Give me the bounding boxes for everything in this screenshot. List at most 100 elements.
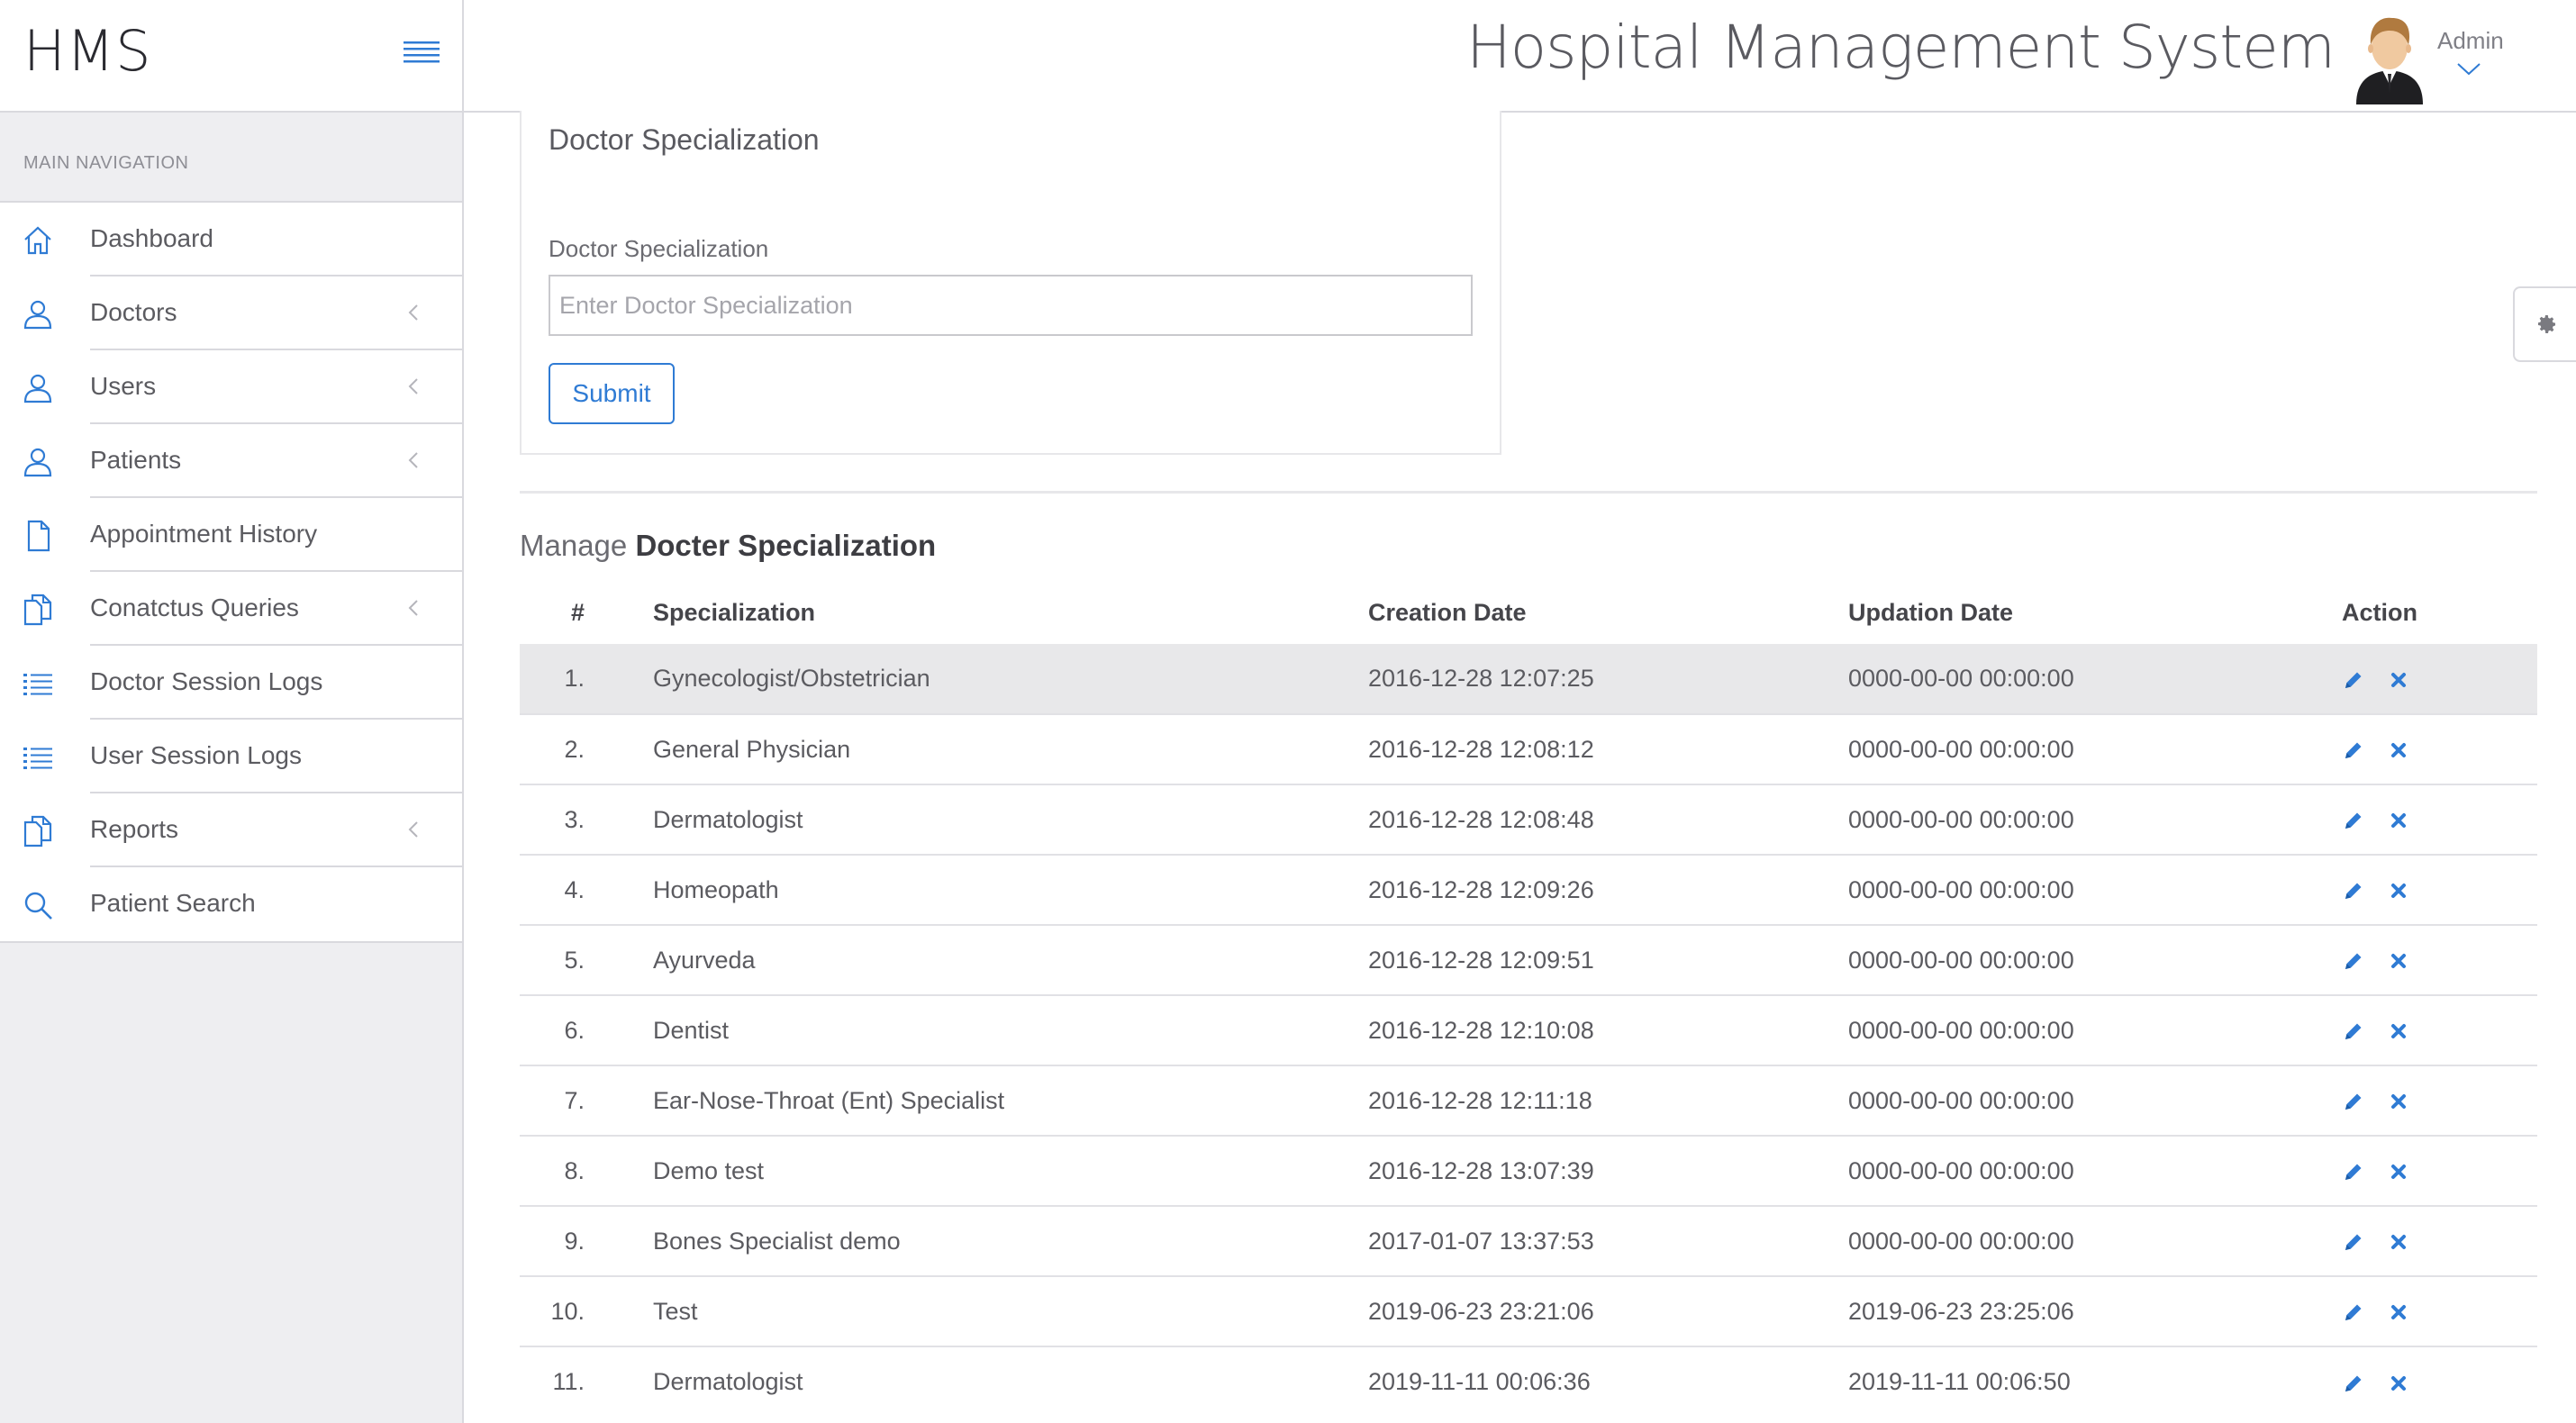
row-creation-date: 2017-01-07 13:37:53 [1368,1205,1848,1276]
sidebar-item-label: Patient Search [90,889,256,917]
specialization-input[interactable] [549,275,1473,336]
delete-x-icon[interactable] [2387,739,2410,762]
delete-x-icon[interactable] [2387,1372,2410,1395]
list-icon [20,666,56,702]
row-actions [2327,784,2537,855]
sidebar-item-label: Dashboard [90,224,213,252]
table-row: 3. Dermatologist 2016-12-28 12:08:48 0000-0… [520,784,2537,855]
table-row: 10. Test 2019-06-23 23:21:06 2019-06-23 23:… [520,1275,2537,1346]
edit-pencil-icon[interactable] [2342,949,2365,973]
table-row: 4. Homeopath 2016-12-28 12:09:26 0000-00-00… [520,854,2537,925]
row-number: 3. [520,784,653,855]
row-creation-date: 2016-12-28 12:09:51 [1368,924,1848,995]
manage-heading: Docter Specialization [635,529,937,562]
sidebar-item-label: Reports [90,815,179,843]
sidebar-item-label: User Session Logs [90,741,303,769]
sidebar-item-doctors[interactable]: Doctors [0,276,462,350]
section-divider [520,491,2537,494]
row-number: 7. [520,1065,653,1136]
user-name[interactable]: Admin [2437,27,2504,55]
row-specialization: Gynecologist/Obstetrician [653,644,1368,714]
row-updation-date: 0000-00-00 00:00:00 [1848,1135,2327,1206]
sidebar-item-label: Appointment History [90,520,318,548]
sidebar-item-reports[interactable]: Reports [0,793,462,867]
sidebar-item-conatctus-queries[interactable]: Conatctus Queries [0,572,462,646]
row-specialization: Dermatologist [653,784,1368,855]
brand-area: HMS [0,0,464,113]
row-updation-date: 0000-00-00 00:00:00 [1848,713,2327,784]
edit-pencil-icon[interactable] [2342,739,2365,762]
edit-pencil-icon[interactable] [2342,809,2365,832]
delete-x-icon[interactable] [2387,809,2410,832]
top-header: HMS Hospital Management System Admin [0,0,2576,113]
edit-pencil-icon[interactable] [2342,1230,2365,1254]
app-title: Hospital Management System [1466,13,2336,82]
row-specialization: Dentist [653,994,1368,1065]
row-specialization: Ayurveda [653,924,1368,995]
delete-x-icon[interactable] [2387,1020,2410,1043]
specialization-form-card: Doctor Specialization Doctor Specializat… [520,111,1501,455]
sidebar-item-doctor-session-logs[interactable]: Doctor Session Logs [0,646,462,720]
delete-x-icon[interactable] [2387,1160,2410,1183]
row-specialization: Dermatologist [653,1346,1368,1417]
row-creation-date: 2016-12-28 12:07:25 [1368,644,1848,714]
row-updation-date: 0000-00-00 00:00:00 [1848,994,2327,1065]
row-creation-date: 2019-11-11 00:06:36 [1368,1346,1848,1417]
delete-x-icon[interactable] [2387,1230,2410,1254]
sidebar-item-patient-search[interactable]: Patient Search [0,867,462,941]
header-specialization: Specialization [653,598,816,626]
edit-pencil-icon[interactable] [2342,1090,2365,1113]
files-icon [20,813,56,849]
gear-icon [2538,315,2555,333]
delete-x-icon[interactable] [2387,1090,2410,1113]
row-actions [2327,1205,2537,1276]
sidebar-item-dashboard[interactable]: Dashboard [0,203,462,276]
row-number: 9. [520,1205,653,1276]
table-row: 5. Ayurveda 2016-12-28 12:09:51 0000-00-00 … [520,924,2537,995]
submit-button[interactable]: Submit [549,363,675,424]
row-number: 5. [520,924,653,995]
specialization-table: # Specialization Creation Date Updation … [520,581,2537,1417]
row-creation-date: 2016-12-28 12:08:12 [1368,713,1848,784]
menu-toggle-icon[interactable] [402,36,441,68]
chevron-down-icon[interactable] [2455,61,2482,77]
chevron-left-icon[interactable] [404,300,423,325]
delete-x-icon[interactable] [2387,668,2410,692]
table-row: 9. Bones Specialist demo 2017-01-07 13:37:… [520,1205,2537,1276]
edit-pencil-icon[interactable] [2342,1020,2365,1043]
sidebar-item-patients[interactable]: Patients [0,424,462,498]
delete-x-icon[interactable] [2387,1301,2410,1324]
chevron-left-icon[interactable] [404,817,423,842]
sidebar-item-users[interactable]: Users [0,350,462,424]
row-actions [2327,644,2537,714]
table-header-row: # Specialization Creation Date Updation … [520,581,2537,644]
header-updation-date: Updation Date [1848,598,2014,626]
edit-pencil-icon[interactable] [2342,1160,2365,1183]
main-content: Doctor Specialization Doctor Specializat… [464,111,2576,1423]
edit-pencil-icon[interactable] [2342,1372,2365,1395]
edit-pencil-icon[interactable] [2342,668,2365,692]
row-updation-date: 2019-06-23 23:25:06 [1848,1275,2327,1346]
row-number: 8. [520,1135,653,1206]
delete-x-icon[interactable] [2387,949,2410,973]
chevron-left-icon[interactable] [404,374,423,399]
delete-x-icon[interactable] [2387,879,2410,902]
sidebar-item-user-session-logs[interactable]: User Session Logs [0,720,462,793]
row-specialization: Homeopath [653,854,1368,925]
row-updation-date: 0000-00-00 00:00:00 [1848,854,2327,925]
sidebar-item-appointment-history[interactable]: Appointment History [0,498,462,572]
row-number: 2. [520,713,653,784]
row-updation-date: 0000-00-00 00:00:00 [1848,784,2327,855]
table-row: 7. Ear-Nose-Throat (Ent) Specialist 2016-1… [520,1065,2537,1136]
settings-tab[interactable] [2513,286,2576,362]
brand-logo[interactable]: HMS [23,18,151,84]
user-avatar[interactable] [2351,11,2428,104]
table-row: 11. Dermatologist 2019-11-11 00:06:36 2019-… [520,1346,2537,1417]
edit-pencil-icon[interactable] [2342,1301,2365,1324]
user-icon [20,444,56,480]
chevron-left-icon[interactable] [404,595,423,621]
edit-pencil-icon[interactable] [2342,879,2365,902]
header-creation-date: Creation Date [1368,598,1527,626]
row-actions [2327,924,2537,995]
chevron-left-icon[interactable] [404,448,423,473]
